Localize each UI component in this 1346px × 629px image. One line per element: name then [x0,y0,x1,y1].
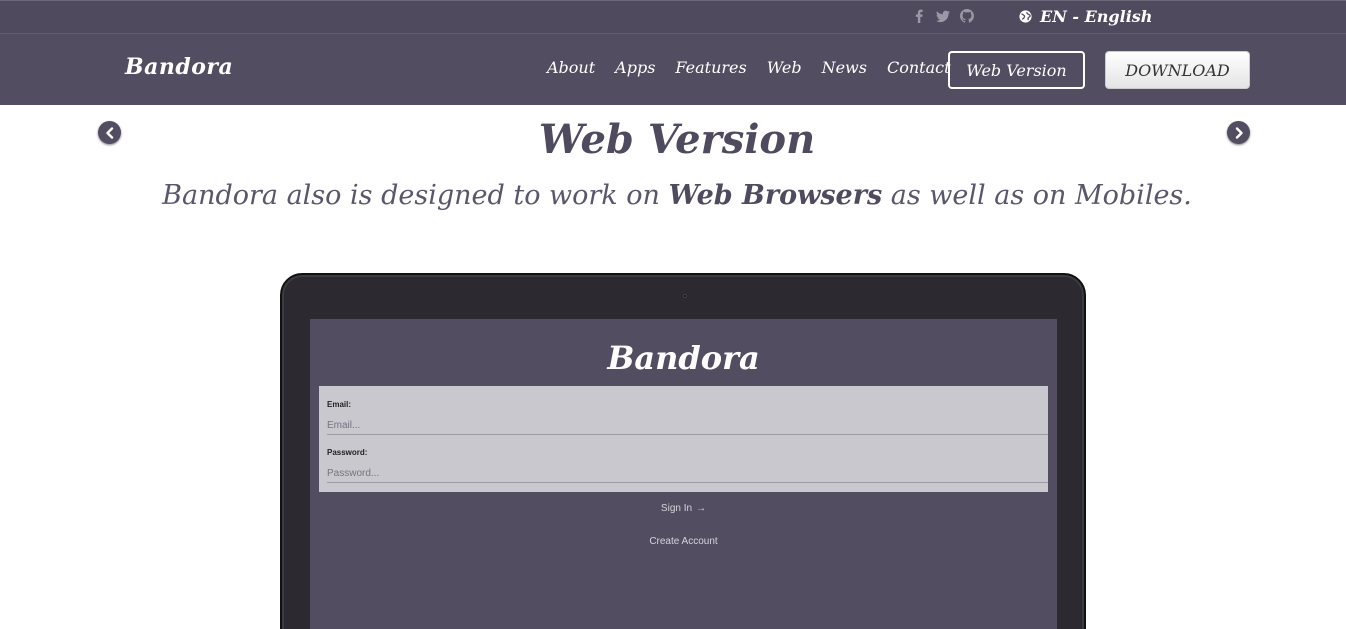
download-button[interactable]: DOWNLOAD [1105,51,1250,89]
laptop-screen: Bandora Email: Password: Sign In→ Create… [310,319,1057,629]
globe-icon [1019,10,1032,23]
email-field[interactable] [327,417,1048,435]
login-form: Email: Password: [319,386,1048,492]
laptop-mockup: Bandora Email: Password: Sign In→ Create… [280,273,1086,629]
nav-link-contact[interactable]: Contact [887,58,951,77]
language-label: EN - English [1040,7,1153,26]
hero-subtitle-emphasis: Web Browsers [668,180,883,211]
laptop-camera [683,294,687,298]
facebook-icon[interactable] [911,8,927,24]
main-navbar: Bandora About Apps Features Web News Con… [0,34,1346,105]
email-label: Email: [327,400,352,409]
hero-subtitle-start: Bandora also is designed to work on [162,180,669,211]
nav-link-apps[interactable]: Apps [615,58,655,77]
web-version-button[interactable]: Web Version [948,51,1085,89]
hero-title: Web Version [538,116,816,163]
brand-logo[interactable]: Bandora [125,54,233,80]
social-links [911,8,975,24]
github-icon[interactable] [959,8,975,24]
twitter-icon[interactable] [935,8,951,24]
top-utility-bar: EN - English [0,0,1346,34]
language-selector[interactable]: EN - English [1019,7,1152,26]
nav-menu: About Apps Features Web News Contact [547,58,971,77]
hero-subtitle-end: as well as on Mobiles. [882,180,1192,211]
nav-link-web[interactable]: Web [767,58,802,77]
nav-link-news[interactable]: News [822,58,867,77]
nav-link-features[interactable]: Features [675,58,746,77]
nav-link-about[interactable]: About [547,58,595,77]
sign-in-button[interactable]: Sign In → [310,503,1057,514]
arrow-right-icon: → [696,503,707,514]
sign-in-label: Sign In [660,503,693,514]
screen-brand-logo: Bandora [607,339,760,377]
password-label: Password: [327,448,368,457]
password-field[interactable] [327,465,1048,483]
create-account-link[interactable]: Create Account [310,536,1057,547]
hero-subtitle: Bandora also is designed to work on Web … [0,180,1346,211]
